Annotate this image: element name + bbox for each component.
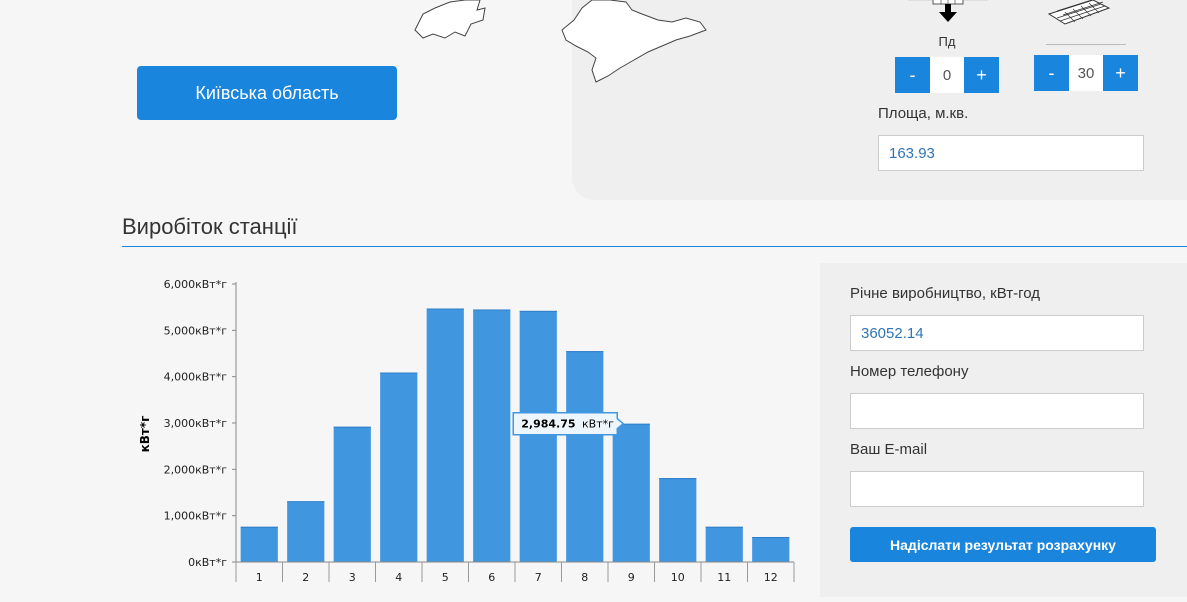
x-tick-label: 9 bbox=[628, 571, 635, 584]
y-axis-label: кВт*г bbox=[138, 416, 152, 453]
email-label: Ваш E-mail bbox=[850, 441, 928, 458]
south-arrow-icon bbox=[908, 0, 988, 22]
email-input[interactable] bbox=[850, 471, 1144, 507]
chart-bar bbox=[287, 501, 325, 562]
chart-bar bbox=[519, 310, 557, 562]
direction-minus-button[interactable]: - bbox=[895, 57, 930, 93]
tooltip-unit: кВт*г bbox=[582, 418, 614, 431]
region-map-fragment bbox=[414, 0, 486, 39]
tilt-stepper[interactable]: - + bbox=[1034, 55, 1138, 91]
x-tick-label: 1 bbox=[256, 571, 263, 584]
production-chart: 0кВт*г 1,000кВт*г 2,000кВт*г 3,000кВт*г 4,00… bbox=[120, 262, 810, 597]
y-tick-label: 4,000кВт*г bbox=[164, 371, 228, 384]
submit-results-button[interactable]: Надіслати результат розрахунку bbox=[850, 527, 1156, 562]
annual-production-label: Річне виробництво, кВт-год bbox=[850, 285, 1041, 302]
section-title: Виробіток станції bbox=[122, 214, 298, 239]
chart-bar bbox=[380, 372, 418, 562]
x-tick-label: 10 bbox=[671, 571, 685, 584]
y-axis: 0кВт*г 1,000кВт*г 2,000кВт*г 3,000кВт*г 4,00… bbox=[164, 278, 237, 569]
x-tick-label: 2 bbox=[302, 571, 309, 584]
x-tick-label: 11 bbox=[717, 571, 731, 584]
chart-bar bbox=[705, 526, 743, 562]
x-tick-label: 3 bbox=[349, 571, 356, 584]
x-tick-label: 12 bbox=[764, 571, 778, 584]
area-input[interactable] bbox=[878, 135, 1144, 171]
area-label: Площа, м.кв. bbox=[878, 105, 969, 122]
tilt-plus-button[interactable]: + bbox=[1103, 55, 1138, 91]
y-tick-label: 6,000кВт*г bbox=[164, 278, 228, 291]
y-tick-label: 0кВт*г bbox=[188, 556, 227, 569]
tooltip-value: 2,984.75 bbox=[521, 418, 575, 431]
chart-bar bbox=[752, 536, 790, 562]
chart-bar bbox=[426, 308, 464, 562]
annual-production-input[interactable] bbox=[850, 315, 1144, 351]
chart-bar bbox=[473, 309, 511, 562]
direction-value-input[interactable] bbox=[930, 57, 964, 93]
x-axis: 1 2 3 4 5 6 7 8 9 10 11 12 bbox=[235, 561, 795, 584]
direction-stepper[interactable]: - + bbox=[895, 57, 999, 93]
chart-tooltip: 2,984.75 кВт*г bbox=[512, 411, 625, 436]
phone-label: Номер телефону bbox=[850, 363, 969, 380]
crimea-map bbox=[561, 0, 707, 83]
y-tick-label: 5,000кВт*г bbox=[164, 324, 228, 337]
chart-bar bbox=[612, 423, 650, 562]
chart-bar bbox=[659, 478, 697, 562]
y-tick-label: 3,000кВт*г bbox=[164, 417, 228, 430]
region-select-button[interactable]: Київська область bbox=[137, 66, 397, 120]
tilt-value-input[interactable] bbox=[1069, 55, 1103, 91]
phone-input[interactable] bbox=[850, 393, 1144, 429]
x-tick-label: 6 bbox=[488, 571, 495, 584]
y-tick-label: 1,000кВт*г bbox=[164, 510, 228, 523]
svg-text:2,984.75 кВт*г: 2,984.75 кВт*г bbox=[521, 418, 614, 431]
x-tick-label: 7 bbox=[535, 571, 542, 584]
chart-bar bbox=[566, 351, 604, 562]
x-tick-label: 8 bbox=[581, 571, 588, 584]
x-tick-label: 4 bbox=[395, 571, 402, 584]
section-divider bbox=[122, 246, 1187, 247]
chart-bar bbox=[333, 426, 371, 562]
chart-bar bbox=[240, 526, 278, 562]
direction-plus-button[interactable]: + bbox=[964, 57, 999, 93]
x-tick-label: 5 bbox=[442, 571, 449, 584]
direction-label: Пд bbox=[938, 34, 956, 49]
tilt-baseline bbox=[1046, 44, 1126, 45]
tilt-minus-button[interactable]: - bbox=[1034, 55, 1069, 91]
solar-panel-tilt-icon bbox=[1047, 0, 1111, 25]
production-chart-svg: 0кВт*г 1,000кВт*г 2,000кВт*г 3,000кВт*г 4,00… bbox=[138, 278, 795, 584]
y-tick-label: 2,000кВт*г bbox=[164, 463, 228, 476]
